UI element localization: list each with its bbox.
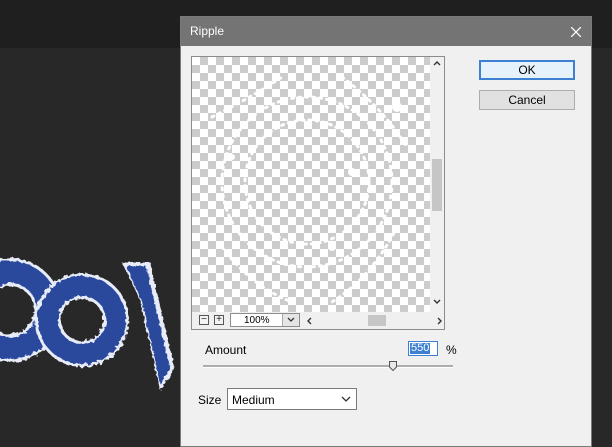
preview-vertical-scrollbar[interactable] [430,57,444,312]
zoom-dropdown-button[interactable] [282,314,299,326]
dialog-title: Ripple [190,24,225,38]
slider-thumb-icon[interactable] [389,361,397,371]
chevron-down-icon [341,396,351,402]
preview-ripple-outline [210,75,409,304]
amount-value: 550 [410,342,431,354]
ok-button[interactable]: OK [479,60,575,80]
size-select[interactable]: Medium [227,388,357,410]
close-icon [571,26,581,37]
amount-label: Amount [205,343,247,357]
chevron-down-icon [287,317,295,322]
zoom-level-select[interactable]: 100% [230,313,300,327]
ripple-dialog: Ripple − + 100% OK Cancel Amount 550 % S… [180,16,592,447]
amount-unit: % [446,343,457,357]
scroll-down-button[interactable] [430,298,444,310]
zoom-in-icon: + [216,314,222,325]
scroll-left-button[interactable] [304,315,314,326]
chevron-left-icon [306,317,311,324]
zoom-in-button[interactable]: + [214,315,224,325]
zoom-level-value: 100% [244,315,270,326]
scroll-up-button[interactable] [430,59,444,71]
chevron-up-icon [433,61,441,66]
size-label: Size [198,393,222,407]
amount-input[interactable]: 550 [408,341,438,356]
chevron-down-icon [433,299,441,304]
amount-slider-track[interactable] [203,365,453,368]
vertical-scroll-thumb[interactable] [432,159,442,211]
zoom-out-icon: − [201,314,207,325]
scroll-right-button[interactable] [434,315,444,326]
ripple-text-art [0,258,175,390]
filter-preview[interactable] [192,57,430,312]
horizontal-scroll-thumb[interactable] [368,315,386,326]
zoom-out-button[interactable]: − [199,315,209,325]
cancel-button[interactable]: Cancel [479,90,575,110]
canvas-artwork [0,258,175,390]
title-bar: Ripple [181,17,591,46]
chevron-right-icon [437,317,442,324]
preview-panel: − + 100% [191,56,445,330]
size-selected-value: Medium [232,393,275,407]
preview-bottom-bar: − + 100% [192,312,444,329]
close-button[interactable] [561,17,591,46]
